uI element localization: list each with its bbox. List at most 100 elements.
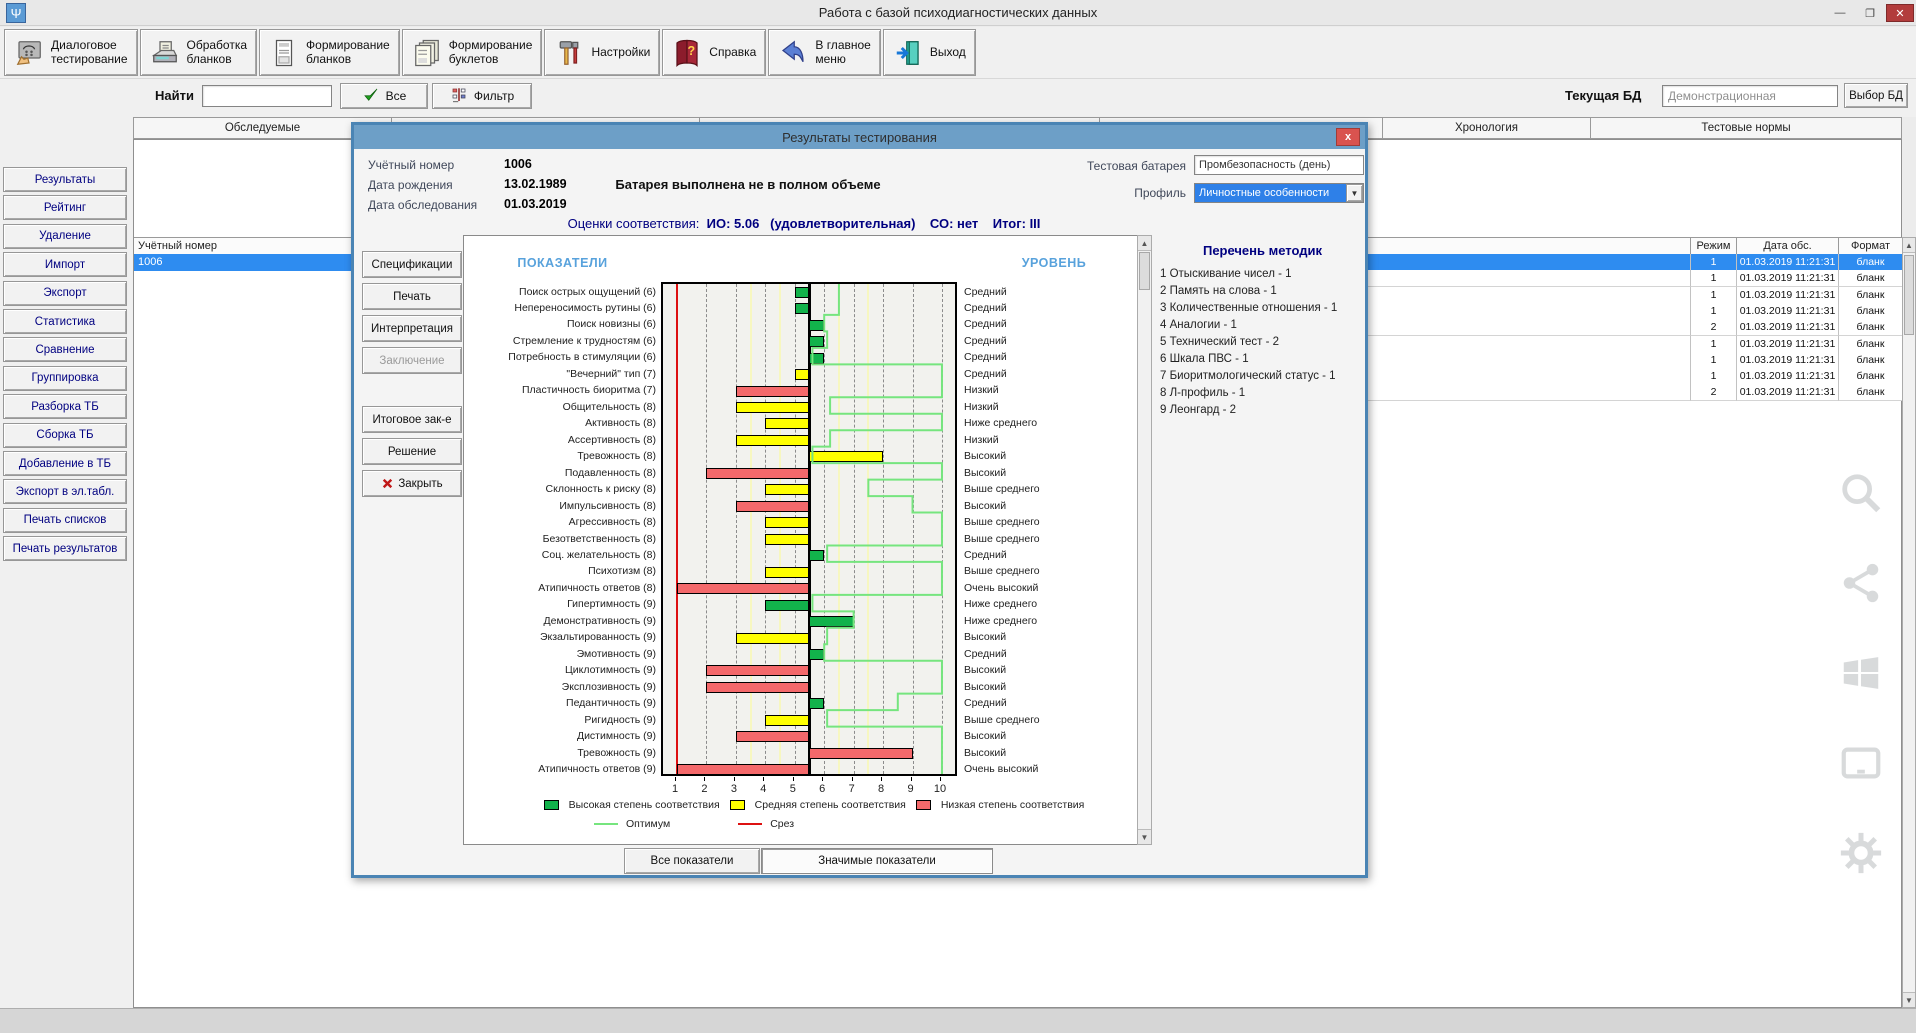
table-cell-mode[interactable]: 1 [1691,270,1737,287]
toolbar-button-1[interactable]: Диалоговое тестирование [4,29,138,76]
table-cell-mode[interactable]: 1 [1691,352,1737,369]
table-cell-mode[interactable]: 1 [1691,368,1737,385]
table-cell-mode[interactable]: 1 [1691,303,1737,320]
window-titlebar: Ψ Работа с базой психодиагностических да… [0,0,1916,26]
toolbar-button-8[interactable]: Выход [883,29,976,76]
sidebar-item-14[interactable]: Печать результатов [3,536,127,561]
dialog-button-label: Заключение [379,355,444,367]
overlay-magnifier-icon[interactable] [1838,470,1886,518]
chart-bar [795,287,810,298]
battery-input[interactable] [1194,155,1364,175]
toolbar-button-5[interactable]: Настройки [544,29,660,76]
sidebar-item-2[interactable]: Рейтинг [3,195,127,220]
column-header-date[interactable]: Дата обс. [1737,237,1839,255]
dropdown-icon[interactable]: ▼ [1346,184,1363,202]
overlay-windows-icon[interactable] [1838,650,1886,698]
toolbar-button-2[interactable]: Обработка бланков [140,29,258,76]
sidebar-item-13[interactable]: Печать списков [3,508,127,533]
column-header-format[interactable]: Формат [1839,237,1903,255]
filter-button[interactable]: Фильтр [432,83,532,109]
overlay-share-icon[interactable] [1838,560,1886,608]
table-scrollbar-thumb[interactable] [1904,255,1914,335]
maximize-button[interactable]: ❐ [1856,4,1884,22]
cut-line [676,284,678,774]
table-cell-mode[interactable]: 2 [1691,384,1737,401]
toolbar-button-label: Настройки [591,46,650,60]
toolbar-button-3[interactable]: Формирование бланков [259,29,400,76]
chart-row-level: Выше среднего [964,563,1144,579]
table-cell-date[interactable]: 01.03.2019 11:21:31 [1737,352,1839,369]
table-cell-date[interactable]: 01.03.2019 11:21:31 [1737,270,1839,287]
table-cell-date[interactable]: 01.03.2019 11:21:31 [1737,254,1839,271]
current-db-input[interactable] [1662,85,1838,107]
sidebar-item-4[interactable]: Импорт [3,252,127,277]
table-cell-format[interactable]: бланк [1839,319,1903,336]
scroll-down-icon[interactable]: ▼ [1903,992,1915,1007]
table-cell-format[interactable]: бланк [1839,270,1903,287]
table-cell-date[interactable]: 01.03.2019 11:21:31 [1737,336,1839,353]
dialog-close-button[interactable]: x [1336,128,1360,146]
table-cell-date[interactable]: 01.03.2019 11:21:31 [1737,303,1839,320]
dialog-button-итоговое-зак-е[interactable]: Итоговое зак-е [362,406,462,433]
sidebar-item-6[interactable]: Статистика [3,309,127,334]
sidebar-item-1[interactable]: Результаты [3,167,127,192]
table-cell-format[interactable]: бланк [1839,368,1903,385]
toolbar-button-7[interactable]: В главное меню [768,29,880,76]
toolbar-button-6[interactable]: ?Справка [662,29,766,76]
chart-scrollbar[interactable]: ▲ ▼ [1137,235,1152,845]
all-button[interactable]: Все [340,83,428,109]
table-cell-format[interactable]: бланк [1839,303,1903,320]
dialog-button-интерпретация[interactable]: Интерпретация [362,315,462,342]
chart-scroll-up-icon[interactable]: ▲ [1138,236,1151,251]
table-cell-mode[interactable]: 1 [1691,287,1737,304]
sidebar-item-3[interactable]: Удаление [3,224,127,249]
table-cell-date[interactable]: 01.03.2019 11:21:31 [1737,384,1839,401]
significant-indicators-button[interactable]: Значимые показатели [761,848,993,874]
table-cell-format[interactable]: бланк [1839,384,1903,401]
chart-row-label: Соц. желательность (8) [466,547,656,563]
table-cell-mode[interactable]: 2 [1691,319,1737,336]
overlay-gear-icon[interactable] [1838,830,1886,878]
column-header-mode[interactable]: Режим [1691,237,1737,255]
chart-row-level: Средний [964,366,1144,382]
tab-hronologiya[interactable]: Хронология [1383,117,1591,139]
table-cell-mode[interactable]: 1 [1691,254,1737,271]
profile-combobox[interactable]: Личностные особенности ▼ [1194,183,1364,203]
tab-testovye-normy[interactable]: Тестовые нормы [1591,117,1902,139]
table-scrollbar[interactable]: ▲ ▼ [1902,237,1916,1008]
choose-db-button[interactable]: Выбор БД [1844,83,1908,108]
minimize-button[interactable]: — [1826,4,1854,22]
sidebar-item-10[interactable]: Сборка ТБ [3,423,127,448]
sidebar-item-11[interactable]: Добавление в ТБ [3,451,127,476]
close-button[interactable]: ✕ [1886,4,1914,22]
overlay-tablet-icon[interactable] [1838,740,1886,788]
sidebar-item-9[interactable]: Разборка ТБ [3,394,127,419]
dialog-button-спецификации[interactable]: Спецификации [362,251,462,278]
all-indicators-button[interactable]: Все показатели [624,848,760,874]
table-cell-format[interactable]: бланк [1839,352,1903,369]
dialog-titlebar[interactable]: Результаты тестирования [354,125,1365,149]
search-input[interactable] [202,85,332,107]
table-cell-date[interactable]: 01.03.2019 11:21:31 [1737,287,1839,304]
sidebar-item-5[interactable]: Экспорт [3,281,127,306]
table-cell-format[interactable]: бланк [1839,287,1903,304]
scroll-up-icon[interactable]: ▲ [1903,238,1915,253]
chart-scrollbar-thumb[interactable] [1139,252,1150,290]
chart-row-level: Средний [964,333,1144,349]
dialog-button-решение[interactable]: Решение [362,438,462,465]
dialog-testing-icon [14,38,44,68]
table-cell-date[interactable]: 01.03.2019 11:21:31 [1737,319,1839,336]
sidebar-item-8[interactable]: Группировка [3,366,127,391]
chart-scroll-down-icon[interactable]: ▼ [1138,829,1151,844]
table-cell-format[interactable]: бланк [1839,336,1903,353]
table-cell-format[interactable]: бланк [1839,254,1903,271]
dialog-button-печать[interactable]: Печать [362,283,462,310]
bottom-strip [0,1008,1916,1033]
methods-title: Перечень методик [1160,243,1365,258]
toolbar-button-4[interactable]: Формирование буклетов [402,29,543,76]
table-cell-mode[interactable]: 1 [1691,336,1737,353]
table-cell-date[interactable]: 01.03.2019 11:21:31 [1737,368,1839,385]
dialog-button-закрыть[interactable]: Закрыть [362,470,462,497]
sidebar-item-7[interactable]: Сравнение [3,337,127,362]
sidebar-item-12[interactable]: Экспорт в эл.табл. [3,479,127,504]
